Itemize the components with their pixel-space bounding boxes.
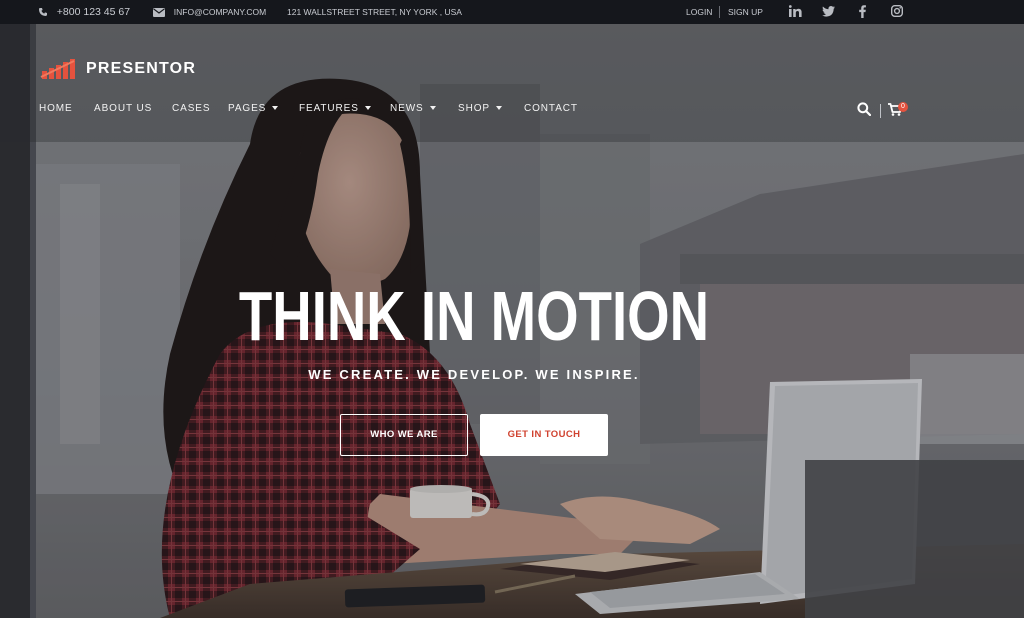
chevron-down-icon [364, 106, 371, 111]
chevron-down-icon [429, 106, 436, 111]
chevron-down-icon [272, 106, 279, 111]
cart-count-badge: 0 [898, 102, 908, 112]
nav-item-news[interactable]: NEWS [390, 100, 436, 118]
chevron-down-icon [495, 106, 502, 111]
nav-item-pages[interactable]: PAGES [228, 100, 279, 118]
facebook-icon[interactable] [859, 0, 866, 24]
nav-label: NEWS [390, 103, 424, 114]
who-we-are-button[interactable]: WHO WE ARE [340, 414, 468, 456]
logo-mark-icon [40, 59, 75, 79]
nav-item-features[interactable]: FEATURES [299, 100, 371, 118]
linkedin-icon[interactable] [788, 0, 802, 24]
login-link[interactable]: LOGIN [686, 0, 712, 24]
nav-label: HOME [39, 103, 73, 114]
address-text: 121 WALLSTREET STREET, NY YORK , USA [287, 7, 462, 17]
nav-item-about-us[interactable]: ABOUT US [94, 100, 152, 118]
nav-label: ABOUT US [94, 103, 153, 114]
signup-link[interactable]: SIGN UP [728, 0, 763, 24]
hero-subline: WE CREATE. WE DEVELOP. WE INSPIRE. [308, 367, 640, 382]
nav-label: PAGES [228, 103, 267, 114]
brand-logo[interactable]: PRESENTOR [40, 57, 196, 81]
nav-item-cases[interactable]: CASES [172, 100, 210, 118]
instagram-icon[interactable] [890, 0, 904, 24]
brand-name: PRESENTOR [86, 60, 197, 77]
phone-number: +800 123 45 67 [56, 6, 131, 18]
phone-icon [39, 8, 47, 17]
nav-label: SHOP [458, 103, 490, 114]
get-in-touch-button[interactable]: GET IN TOUCH [480, 414, 608, 456]
email-address: INFO@COMPANY.COM [173, 7, 267, 17]
hero-section: PRESENTOR HOME ABOUT US CASES PAGES FEAT… [0, 24, 1024, 618]
nav-item-shop[interactable]: SHOP [458, 100, 502, 118]
email-contact[interactable]: INFO@COMPANY.COM [153, 0, 266, 24]
twitter-icon[interactable] [822, 0, 835, 24]
envelope-icon [153, 7, 165, 17]
phone-contact[interactable]: +800 123 45 67 [38, 0, 130, 24]
top-bar: +800 123 45 67 INFO@COMPANY.COM 121 WALL… [0, 0, 1024, 24]
nav-label: FEATURES [299, 103, 359, 114]
login-divider [719, 6, 720, 18]
header-icon-divider [880, 104, 881, 118]
nav-label: CASES [172, 103, 211, 114]
nav-item-contact[interactable]: CONTACT [524, 100, 578, 118]
search-icon[interactable] [857, 102, 872, 121]
nav-label: CONTACT [524, 103, 578, 114]
hero-headline: THINK IN MOTION [238, 277, 710, 355]
nav-item-home[interactable]: HOME [39, 100, 73, 118]
